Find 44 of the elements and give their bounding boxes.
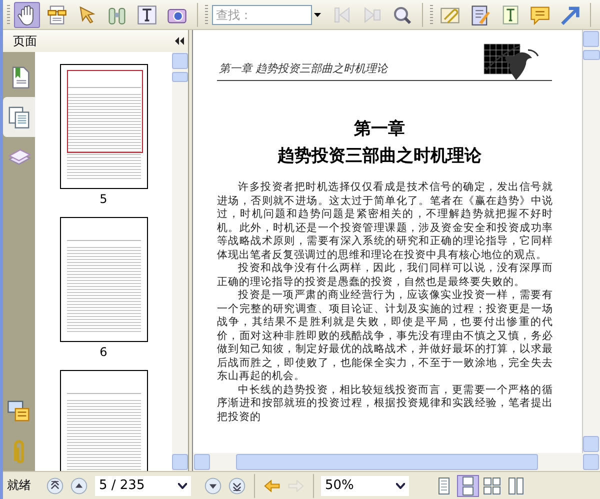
previous-page-button[interactable] <box>69 476 89 496</box>
page-thumbnail[interactable] <box>60 64 148 189</box>
last-page-icon <box>228 476 246 494</box>
horizontal-scrollbar[interactable] <box>193 453 600 471</box>
paragraph: 许多投资者把时机选择仅仅看成是技术信号的确定，发出信号就进场，否则就不进场。这太过于简单化了。笔者在《赢在趋势》中说过，时机问题和趋势问题是紧密相关的，不理解趋势就把握不好时机。此外，时机还是一个投资管理课题，涉及资金安全和投资成功率等战略战术原则，需要有深入系统的研究和正确的理论指导，它同样体现出笔者反复强调过的思维和理论在投资中具有核心地位的观点。 <box>217 181 553 262</box>
next-page-button[interactable] <box>203 476 223 496</box>
collapse-icon[interactable] <box>175 37 184 45</box>
two-page-view-icon <box>506 476 526 496</box>
page-number-field[interactable]: 5 / 235 <box>95 476 191 496</box>
search-icon <box>392 4 412 24</box>
chapter-title: 趋势投资三部曲之时机理论 <box>276 145 482 167</box>
pages-panel-tab[interactable] <box>3 97 35 137</box>
facing-view-icon <box>482 476 502 496</box>
glasses-icon <box>46 4 68 26</box>
page-thumbnail[interactable] <box>60 370 148 471</box>
last-page-button[interactable] <box>227 476 247 496</box>
paragraph: 投资和战争没有什么两样，因此，我们同样可以说，没有深厚而正确的理论指导的投资是愚蠢的投资，自然也是最终要失败的。 <box>217 262 553 289</box>
page-thumbnail[interactable] <box>60 217 148 342</box>
facing-view-button[interactable] <box>481 474 503 496</box>
chapter-number: 第一章 <box>353 118 406 140</box>
note-pencil-icon <box>469 4 491 26</box>
pages-icon <box>7 104 31 130</box>
first-page-icon <box>46 476 64 494</box>
page-number: 5 <box>100 191 108 207</box>
comments-icon <box>7 398 31 424</box>
first-page-button[interactable] <box>45 476 65 496</box>
search-field[interactable]: 查找： <box>212 4 312 24</box>
panel-title: 页面 <box>13 32 37 50</box>
dropdown-arrow-icon[interactable] <box>314 12 321 16</box>
paragraph: 中长线的趋势投资，相比较短线投资而言，更需要一个严格的循序渐进和按部就班的投资过程，根据投资规律和实践经验，笔者提出把投资的 <box>217 384 553 424</box>
paragraph: 投资是一项严肃的商业经营行为，应该像实业投资一样，需要有一个完整的研究调查、项目论证、计划及实施的过程；投资更是一场战争，其结果不是胜利就是失败，即使是平局，也要付出惨重的代价，面对这种非胜即败的残酷战争，事先没有理由不慎之又慎，务必做到知己知彼，制定好最优的战略战术，并做好最坏的打算，以求最后战而胜之，即使败了，也能保全实力，不至于一败涂地，完全失去东山再起的机会。 <box>217 289 553 384</box>
vertical-scrollbar[interactable] <box>583 30 600 453</box>
previous-result-icon <box>332 4 352 24</box>
status-text: 就绪 <box>7 477 31 494</box>
running-head: 第一章 趋势投资三部曲之时机理论 <box>218 61 388 77</box>
hand-tool-button[interactable] <box>14 2 40 28</box>
text-select-icon <box>136 4 158 26</box>
page-number: 6 <box>100 344 108 360</box>
next-page-icon <box>204 476 222 494</box>
zoom-field[interactable]: 50% <box>321 476 409 496</box>
next-result-icon <box>362 4 382 24</box>
continuous-view-button[interactable] <box>457 474 479 496</box>
vertical-scrollbar[interactable] <box>172 52 188 471</box>
previous-page-icon <box>70 476 88 494</box>
